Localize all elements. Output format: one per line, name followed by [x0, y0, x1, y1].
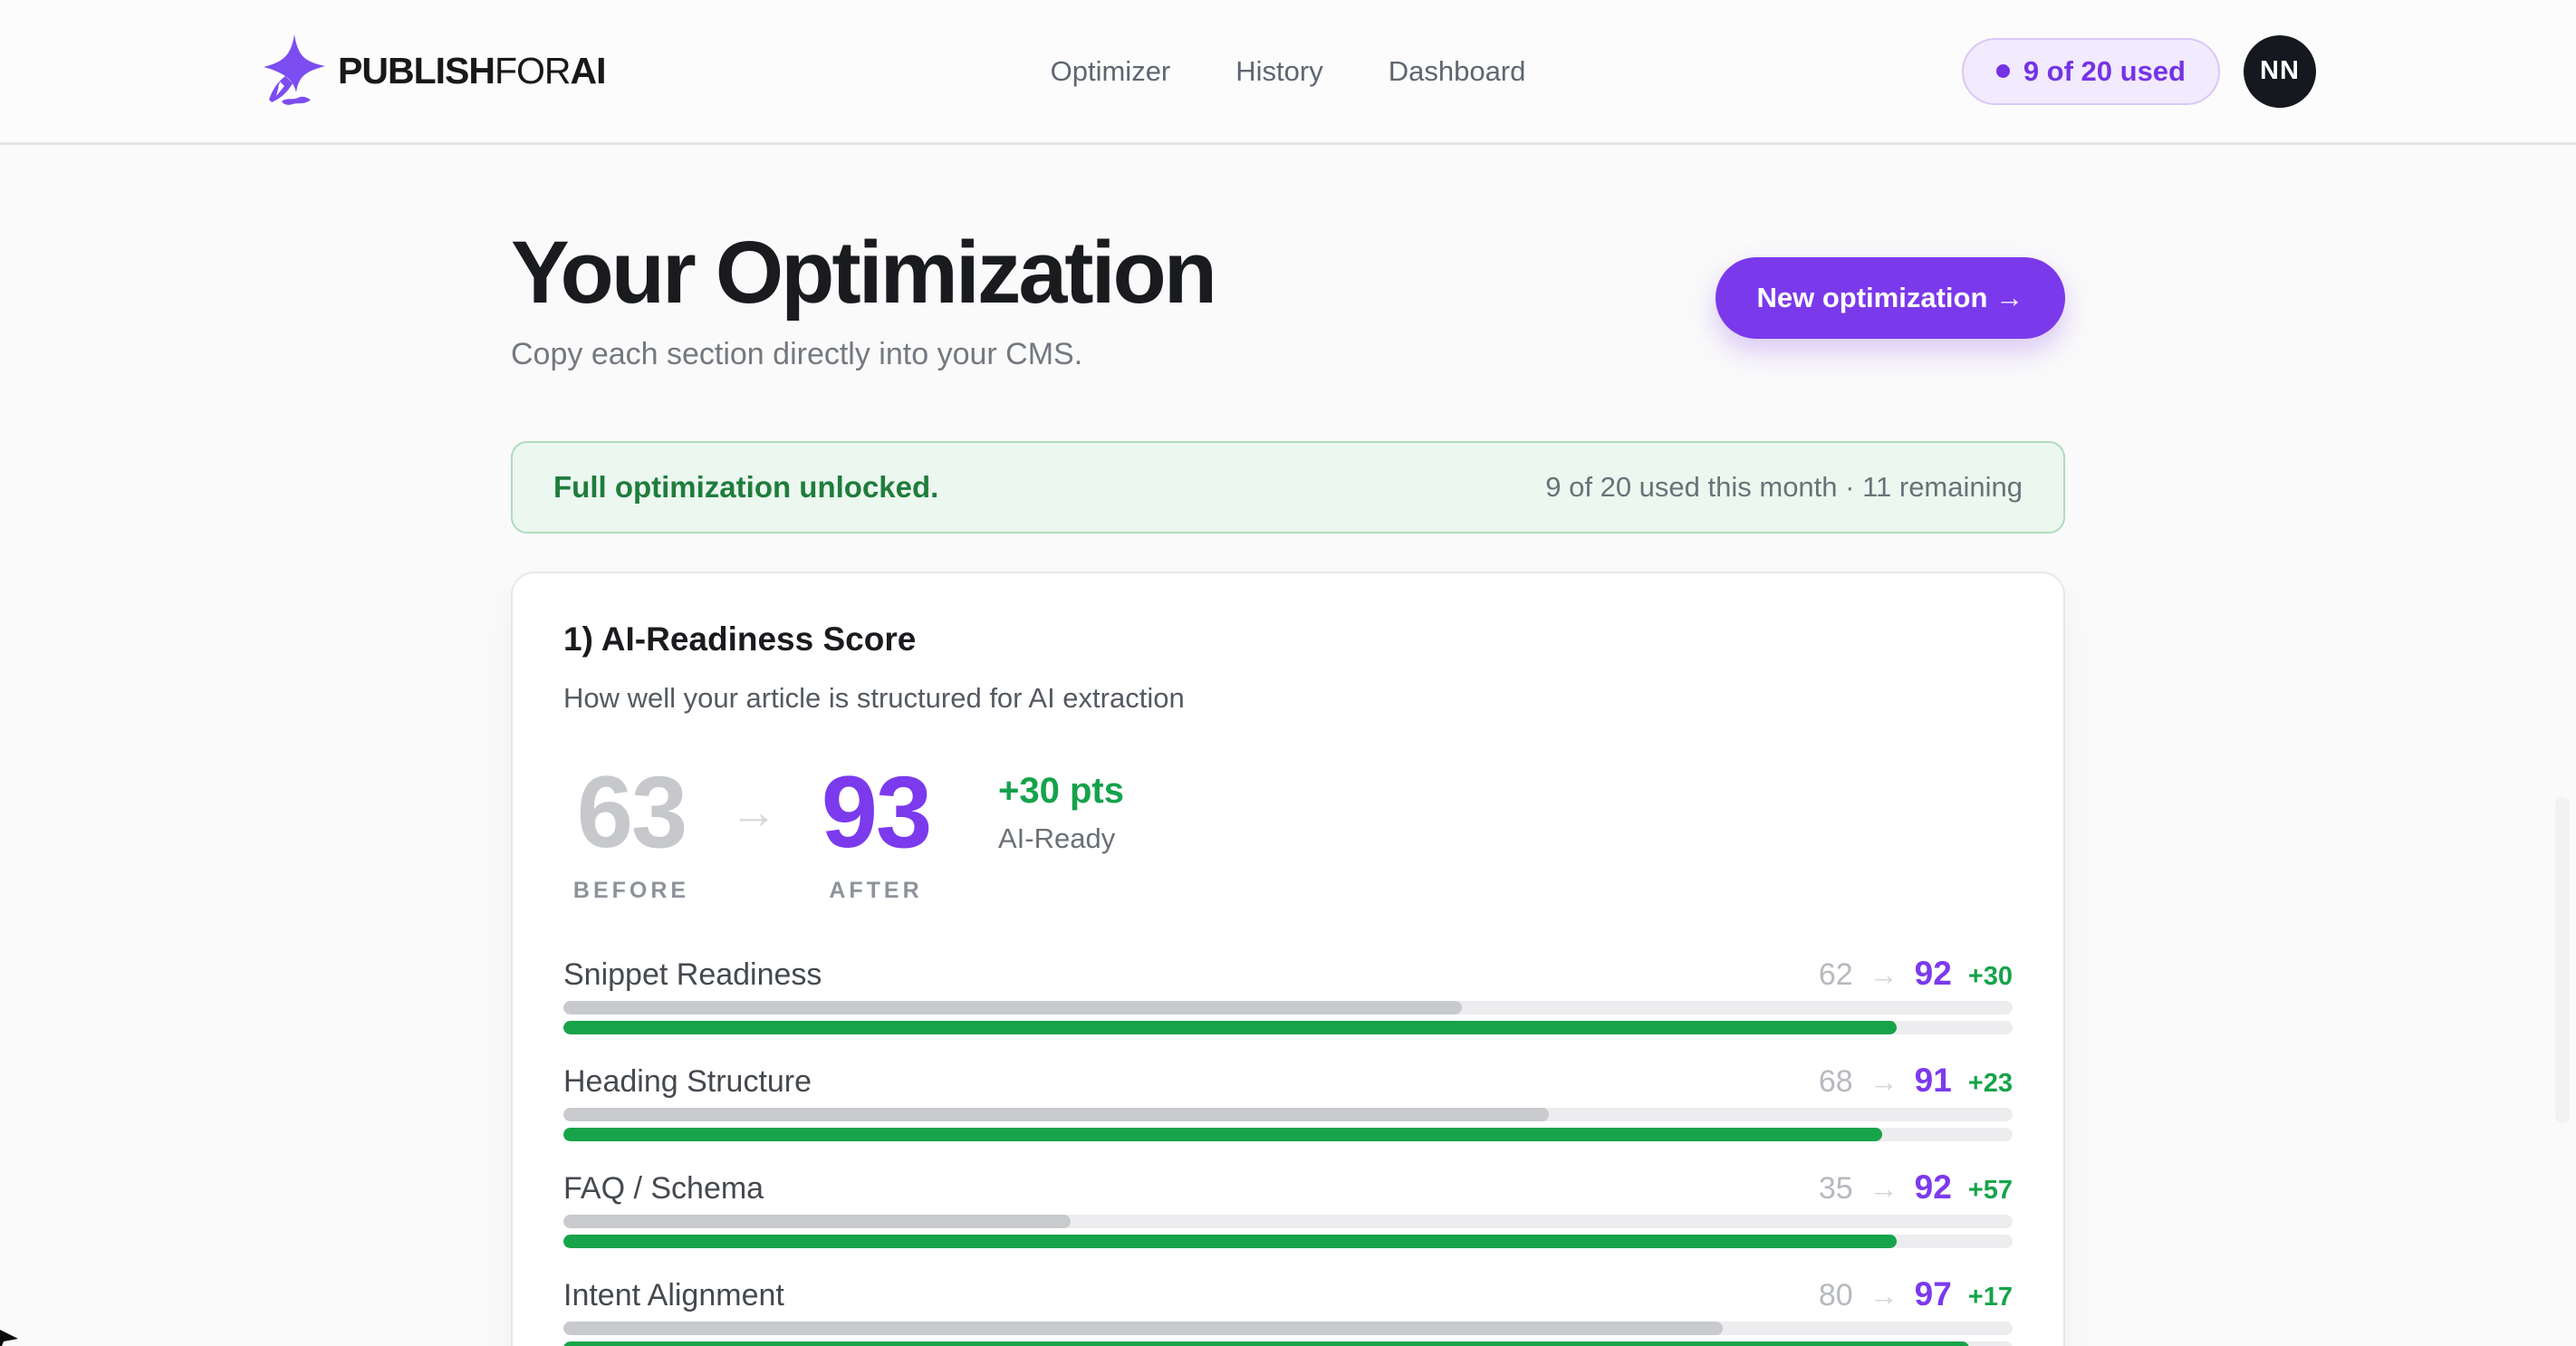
metric-before-bar-fill [563, 1001, 1462, 1014]
metric-after-value: 97 [1915, 1275, 1952, 1313]
score-after-value: 93 [808, 762, 944, 863]
scrollbar[interactable] [2555, 797, 2570, 1123]
main-content: Your Optimization Copy each section dire… [511, 226, 2065, 1346]
card-title: 1) AI-Readiness Score [563, 620, 2013, 659]
metric-after-bar-track [563, 1235, 2013, 1248]
usage-badge-label: 9 of 20 used [2023, 55, 2186, 88]
nav-item-optimizer[interactable]: Optimizer [1051, 55, 1171, 88]
score-after: 93 AFTER [808, 762, 944, 904]
metric-values: 62 → 92 +30 [1819, 955, 2013, 993]
metric-before-bar-track [563, 1108, 2013, 1121]
metric-before-bar-track [563, 1001, 2013, 1014]
metric-row: Snippet Readiness 62 → 92 +30 [563, 955, 2013, 1034]
score-before: 63 BEFORE [563, 762, 699, 904]
brand-part-for: FOR [495, 50, 571, 92]
score-before-label: BEFORE [563, 878, 699, 904]
sparkle-pen-icon [260, 34, 329, 109]
score-after-label: AFTER [808, 878, 944, 904]
mouse-cursor [0, 1315, 34, 1346]
metric-header: Intent Alignment 80 → 97 +17 [563, 1275, 2013, 1313]
brand-wordmark: PUBLISHFORAI [338, 50, 606, 92]
hero-section: Your Optimization Copy each section dire… [511, 226, 2065, 372]
metric-values: 35 → 92 +57 [1819, 1168, 2013, 1207]
metrics-list: Snippet Readiness 62 → 92 +30 Heading St… [563, 955, 2013, 1346]
metric-after-bar-track [563, 1128, 2013, 1141]
score-before-value: 63 [563, 762, 699, 863]
metric-label: Snippet Readiness [563, 957, 822, 993]
metric-before-value: 68 [1819, 1064, 1853, 1100]
metric-after-bar-track [563, 1021, 2013, 1034]
metric-after-bar-fill [563, 1128, 1882, 1141]
metric-label: Heading Structure [563, 1064, 812, 1100]
metric-after-bar-fill [563, 1341, 1969, 1346]
score-summary: 63 BEFORE → 93 AFTER +30 pts AI-Ready [563, 762, 2013, 904]
metric-header: Heading Structure 68 → 91 +23 [563, 1062, 2013, 1100]
metric-delta-value: +17 [1968, 1283, 2013, 1312]
page-subtitle: Copy each section directly into your CMS… [511, 337, 1215, 372]
hero-text: Your Optimization Copy each section dire… [511, 226, 1215, 372]
metric-before-bar-track [563, 1215, 2013, 1228]
unlock-banner-title: Full optimization unlocked. [553, 470, 938, 505]
unlock-banner: Full optimization unlocked. 9 of 20 used… [511, 441, 2065, 534]
brand-logo[interactable]: PUBLISHFORAI [260, 34, 606, 109]
metric-after-value: 92 [1915, 1168, 1952, 1207]
usage-dot-icon [1996, 64, 2010, 78]
metric-label: FAQ / Schema [563, 1171, 764, 1207]
card-description: How well your article is structured for … [563, 682, 2013, 715]
metric-after-bar-fill [563, 1235, 1897, 1248]
metric-row: Intent Alignment 80 → 97 +17 [563, 1275, 2013, 1346]
metric-before-bar-fill [563, 1108, 1549, 1121]
ai-readiness-card: 1) AI-Readiness Score How well your arti… [511, 572, 2065, 1346]
metric-row: Heading Structure 68 → 91 +23 [563, 1062, 2013, 1141]
arrow-right-icon: → [1870, 1065, 1898, 1099]
metric-delta-value: +57 [1968, 1176, 2013, 1206]
metric-before-bar-fill [563, 1215, 1071, 1228]
score-delta-caption: AI-Ready [998, 822, 1124, 855]
metric-after-bar-track [563, 1341, 2013, 1346]
header-right: 9 of 20 used NN [1962, 35, 2316, 108]
arrow-right-icon: → [730, 785, 777, 840]
arrow-right-icon: → [1870, 1172, 1898, 1206]
avatar-initials: NN [2260, 56, 2300, 86]
metric-values: 80 → 97 +17 [1819, 1275, 2013, 1313]
metric-before-value: 80 [1819, 1278, 1853, 1313]
brand-part-ai: AI [571, 50, 606, 92]
arrow-right-icon: → [1870, 958, 1898, 992]
main-nav: Optimizer History Dashboard [1051, 55, 1526, 88]
metric-after-value: 92 [1915, 955, 1952, 993]
unlock-banner-usage: 9 of 20 used this month · 11 remaining [1545, 471, 2023, 504]
metric-after-value: 91 [1915, 1062, 1952, 1100]
top-navbar: PUBLISHFORAI Optimizer History Dashboard… [0, 0, 2576, 145]
metric-before-bar-track [563, 1322, 2013, 1335]
new-optimization-button[interactable]: New optimization → [1716, 257, 2066, 339]
score-delta: +30 pts AI-Ready [998, 762, 1124, 855]
metric-delta-value: +30 [1968, 962, 2013, 992]
metric-before-value: 35 [1819, 1171, 1853, 1207]
metric-before-bar-fill [563, 1322, 1723, 1335]
metric-header: FAQ / Schema 35 → 92 +57 [563, 1168, 2013, 1207]
metric-delta-value: +23 [1968, 1069, 2013, 1099]
metric-header: Snippet Readiness 62 → 92 +30 [563, 955, 2013, 993]
user-avatar[interactable]: NN [2244, 35, 2316, 108]
metric-values: 68 → 91 +23 [1819, 1062, 2013, 1100]
metric-before-value: 62 [1819, 957, 1853, 993]
app-page: PUBLISHFORAI Optimizer History Dashboard… [0, 0, 2576, 1346]
metric-row: FAQ / Schema 35 → 92 +57 [563, 1168, 2013, 1248]
usage-badge: 9 of 20 used [1962, 38, 2220, 105]
metric-after-bar-fill [563, 1021, 1897, 1034]
nav-item-dashboard[interactable]: Dashboard [1389, 55, 1526, 88]
page-title: Your Optimization [511, 226, 1215, 319]
brand-part-publish: PUBLISH [338, 50, 495, 92]
arrow-right-icon: → [1870, 1279, 1898, 1312]
nav-item-history[interactable]: History [1235, 55, 1322, 88]
score-delta-points: +30 pts [998, 771, 1124, 812]
metric-label: Intent Alignment [563, 1278, 784, 1313]
